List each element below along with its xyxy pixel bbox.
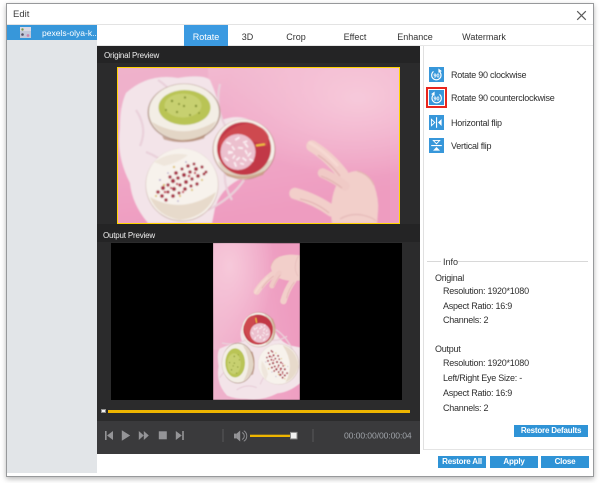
svg-text:00:00:00/00:00:04: 00:00:00/00:00:04 bbox=[344, 431, 412, 441]
svg-text:90: 90 bbox=[434, 96, 440, 102]
svg-text:90: 90 bbox=[434, 73, 440, 79]
